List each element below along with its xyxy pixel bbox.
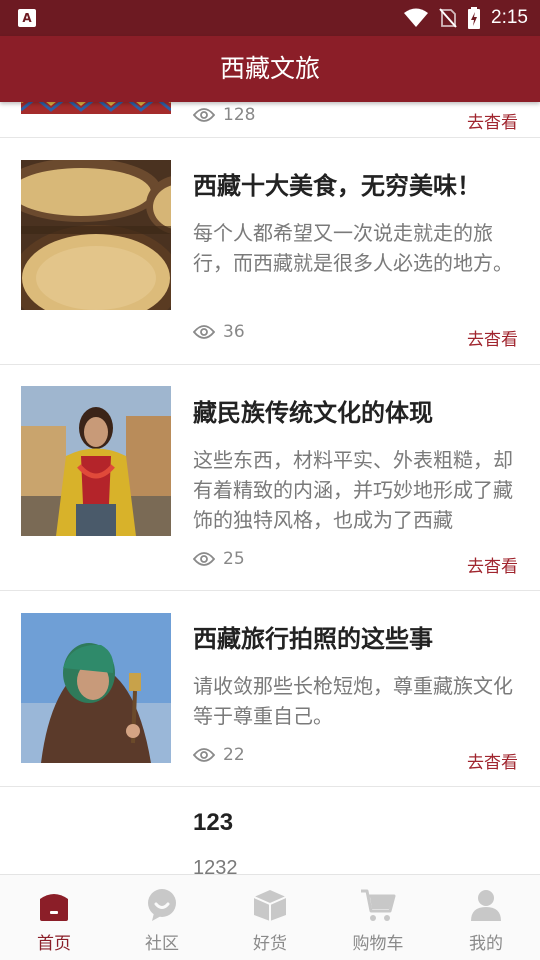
tab-cart[interactable]: 购物车 xyxy=(324,875,432,960)
view-count-value: 25 xyxy=(223,549,245,569)
home-icon xyxy=(40,894,68,921)
wifi-icon xyxy=(404,8,429,27)
cart-icon xyxy=(361,889,396,921)
tab-goods[interactable]: 好货 xyxy=(216,875,324,960)
eye-icon xyxy=(193,325,215,339)
tab-community[interactable]: 社区 xyxy=(108,875,216,960)
article-thumbnail xyxy=(21,160,171,310)
view-count: 25 xyxy=(193,549,245,569)
article-title[interactable]: 西藏旅行拍照的这些事 xyxy=(193,619,433,654)
app-bar: 西藏文旅 xyxy=(0,36,540,102)
no-sim-icon xyxy=(439,8,457,28)
view-more-link[interactable]: 去杳看 xyxy=(467,552,518,577)
app-notification-icon: A xyxy=(18,9,36,27)
list-item[interactable]: 西藏旅行拍照的这些事 请收敛那些长枪短炮，尊重藏族文化等于尊重自己。 22 去杳… xyxy=(0,591,540,787)
status-bar: A 2:15 xyxy=(0,0,540,36)
bottom-tab-bar: 首页 社区 好货 购物车 我的 xyxy=(0,874,540,960)
tab-label: 我的 xyxy=(469,934,503,954)
user-icon xyxy=(471,890,501,921)
article-description: 每个人都希望又一次说走就走的旅行，而西藏就是很多人必选的地方。 xyxy=(193,221,513,275)
view-count: 128 xyxy=(193,105,255,125)
article-thumbnail xyxy=(21,102,171,114)
article-title[interactable]: 西藏十大美食，无穷美味！ xyxy=(193,166,481,201)
view-more-link[interactable]: 去杳看 xyxy=(467,325,518,350)
list-item[interactable]: 藏民族传统文化的体现 这些东西，材料平实、外表粗糙，却有着精致的内涵，并巧妙地形… xyxy=(0,365,540,591)
tab-label: 好货 xyxy=(253,934,287,954)
view-count-value: 36 xyxy=(223,322,245,342)
view-count: 22 xyxy=(193,745,245,765)
list-item[interactable]: 西藏十大美食，无穷美味！ 每个人都希望又一次说走就走的旅行，而西藏就是很多人必选… xyxy=(0,138,540,365)
list-item[interactable]: 123 1232 xyxy=(0,787,540,874)
status-icons: 2:15 xyxy=(403,0,528,36)
tab-mine[interactable]: 我的 xyxy=(432,875,540,960)
article-title[interactable]: 藏民族传统文化的体现 xyxy=(193,393,433,428)
view-more-link[interactable]: 去杳看 xyxy=(467,748,518,773)
page-title: 西藏文旅 xyxy=(219,54,320,83)
eye-icon xyxy=(193,108,215,122)
view-count-value: 128 xyxy=(223,105,256,125)
tab-label: 购物车 xyxy=(352,934,404,954)
eye-icon xyxy=(193,552,215,566)
tab-label: 首页 xyxy=(37,934,71,954)
eye-icon xyxy=(193,748,215,762)
article-description: 请收敛那些长枪短炮，尊重藏族文化等于尊重自己。 xyxy=(193,674,513,728)
view-count-value: 22 xyxy=(223,745,245,765)
article-thumbnail xyxy=(21,613,171,763)
list-item[interactable]: 128 去杳看 xyxy=(0,102,540,138)
article-description: 1232 xyxy=(193,857,238,874)
view-count: 36 xyxy=(193,322,245,342)
battery-charging-icon xyxy=(468,7,481,29)
article-list[interactable]: 128 去杳看 西藏十大美食，无穷美味！ 每个人都希望又一次说走就走的旅行，而西… xyxy=(0,102,540,874)
box-icon xyxy=(253,890,287,921)
chat-icon xyxy=(148,889,176,921)
view-more-link[interactable]: 去杳看 xyxy=(467,108,518,133)
article-description: 这些东西，材料平实、外表粗糙，却有着精致的内涵，并巧妙地形成了藏饰的独特风格，也… xyxy=(193,448,513,532)
article-thumbnail xyxy=(21,386,171,536)
tab-home[interactable]: 首页 xyxy=(0,875,108,960)
article-title[interactable]: 123 xyxy=(193,809,233,837)
status-time: 2:15 xyxy=(491,7,528,28)
tab-label: 社区 xyxy=(145,934,179,954)
